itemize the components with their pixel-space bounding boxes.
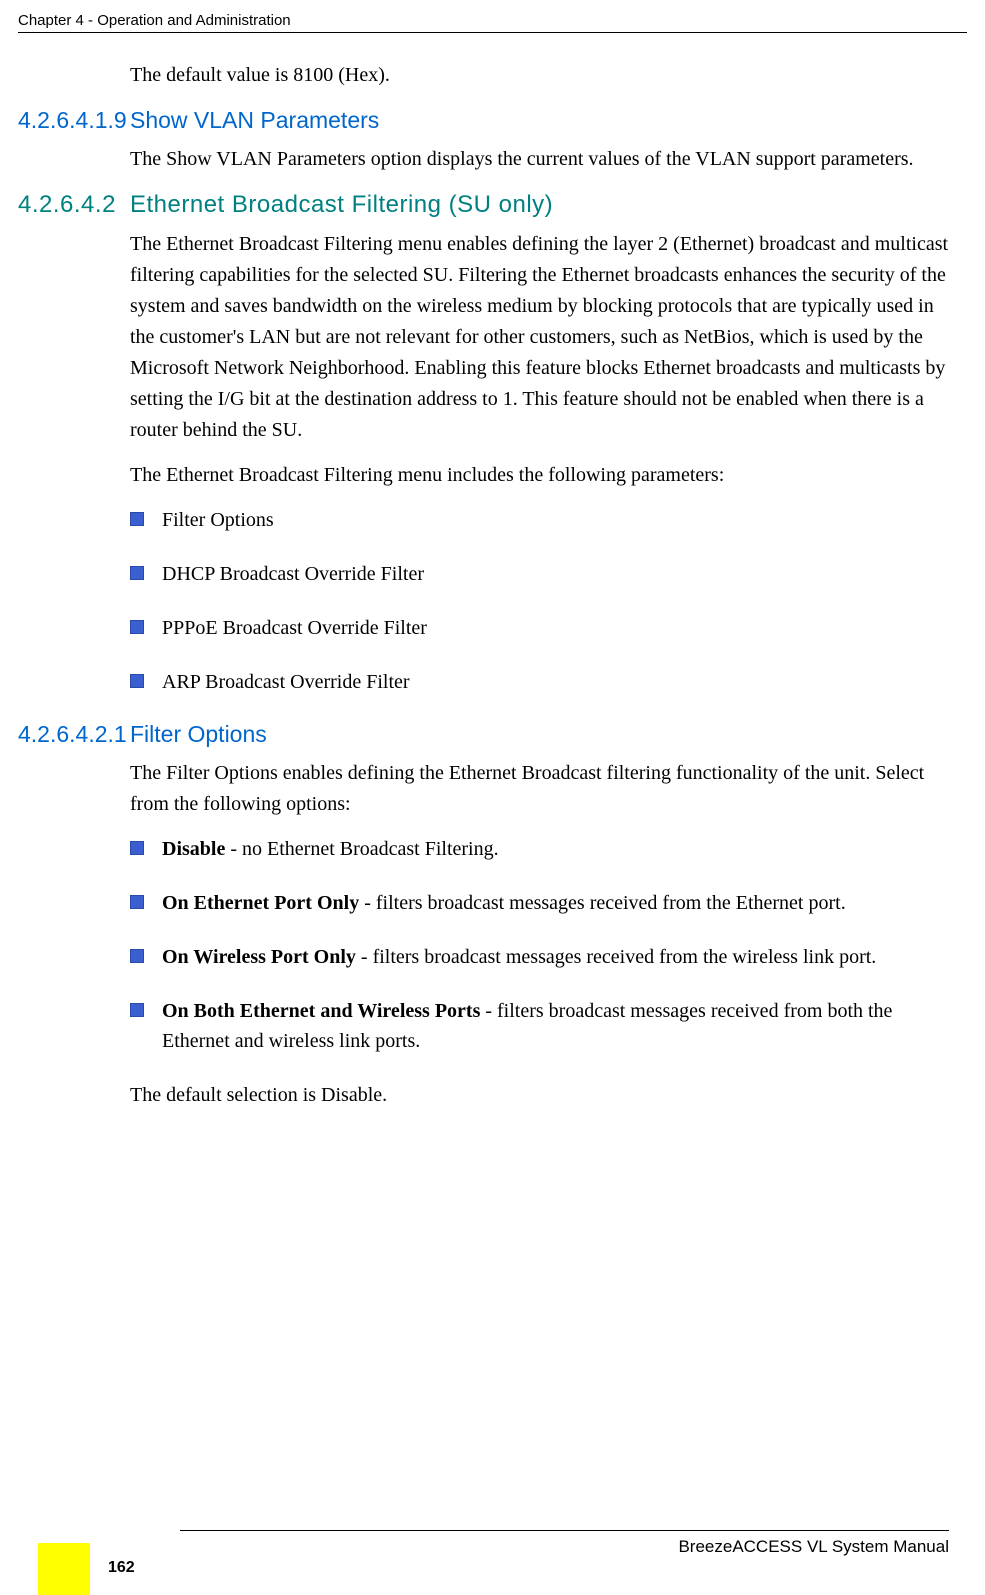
list-item: Disable - no Ethernet Broadcast Filterin… — [130, 834, 949, 864]
list-item: Filter Options — [130, 505, 949, 535]
option-label: On Wireless Port Only — [162, 946, 356, 968]
list-item-text: PPPoE Broadcast Override Filter — [162, 617, 427, 639]
option-desc: - no Ethernet Broadcast Filtering. — [225, 838, 498, 860]
footer-rule — [180, 1530, 949, 1531]
list-item: DHCP Broadcast Override Filter — [130, 559, 949, 589]
option-label: On Ethernet Port Only — [162, 892, 359, 914]
filter-options-default: The default selection is Disable. — [130, 1080, 949, 1111]
show-vlan-body: The Show VLAN Parameters option displays… — [130, 144, 949, 175]
page-content: The default value is 8100 (Hex). 4.2.6.4… — [18, 60, 949, 1125]
heading-filter-options: 4.2.6.4.2.1 Filter Options — [18, 721, 949, 748]
intro-paragraph: The default value is 8100 (Hex). — [130, 60, 949, 91]
heading-ebf: 4.2.6.4.2 Ethernet Broadcast Filtering (… — [18, 191, 949, 219]
filter-options-list: Disable - no Ethernet Broadcast Filterin… — [130, 834, 949, 1056]
ebf-paragraph-1: The Ethernet Broadcast Filtering menu en… — [130, 229, 949, 446]
heading-number: 4.2.6.4.1.9 — [18, 107, 130, 134]
list-item: On Both Ethernet and Wireless Ports - fi… — [130, 996, 949, 1056]
page-tab-yellow — [38, 1543, 90, 1595]
option-desc: - filters broadcast messages received fr… — [359, 892, 845, 914]
ebf-paragraph-2: The Ethernet Broadcast Filtering menu in… — [130, 460, 949, 491]
filter-options-intro: The Filter Options enables defining the … — [130, 758, 949, 820]
option-label: Disable — [162, 838, 225, 860]
heading-number: 4.2.6.4.2 — [18, 191, 130, 219]
list-item: PPPoE Broadcast Override Filter — [130, 613, 949, 643]
heading-number: 4.2.6.4.2.1 — [18, 721, 130, 748]
ebf-params-list: Filter Options DHCP Broadcast Override F… — [130, 505, 949, 697]
list-item: On Wireless Port Only - filters broadcas… — [130, 942, 949, 972]
heading-title: Ethernet Broadcast Filtering (SU only) — [130, 191, 553, 219]
option-desc: - filters broadcast messages received fr… — [356, 946, 876, 968]
heading-title: Show VLAN Parameters — [130, 107, 379, 134]
option-label: On Both Ethernet and Wireless Ports — [162, 1000, 480, 1022]
chapter-title: Chapter 4 - Operation and Administration — [18, 12, 291, 29]
page-header: Chapter 4 - Operation and Administration — [18, 12, 967, 29]
page-number: 162 — [108, 1559, 135, 1577]
header-rule — [18, 32, 967, 33]
list-item-text: Filter Options — [162, 509, 274, 531]
list-item: ARP Broadcast Override Filter — [130, 667, 949, 697]
list-item-text: ARP Broadcast Override Filter — [162, 671, 410, 693]
heading-show-vlan: 4.2.6.4.1.9 Show VLAN Parameters — [18, 107, 949, 134]
list-item-text: DHCP Broadcast Override Filter — [162, 563, 424, 585]
list-item: On Ethernet Port Only - filters broadcas… — [130, 888, 949, 918]
footer-manual-title: BreezeACCESS VL System Manual — [678, 1537, 949, 1557]
heading-title: Filter Options — [130, 721, 267, 748]
